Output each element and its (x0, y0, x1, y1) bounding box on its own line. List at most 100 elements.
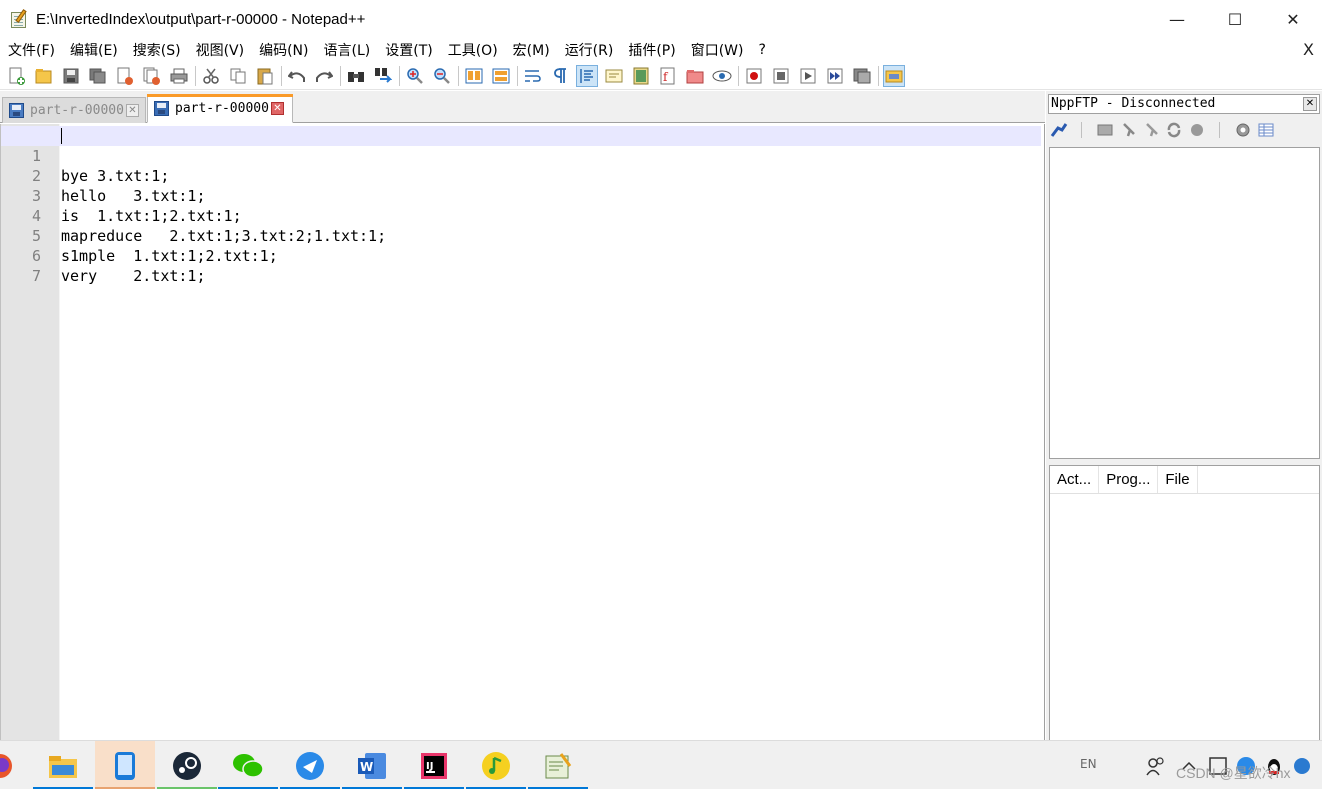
refresh-icon[interactable] (1165, 121, 1183, 139)
editor-line[interactable]: 7 (1, 246, 1041, 286)
nppftp-queue-list[interactable]: Act... Prog... File (1049, 465, 1320, 741)
menu-bar: 文件(F) 编辑(E) 搜索(S) 视图(V) 编码(N) 语言(L) 设置(T… (0, 38, 1322, 62)
stop-macro-icon[interactable] (770, 65, 792, 87)
menu-settings[interactable]: 设置(T) (377, 40, 439, 60)
nppftp-close-button[interactable]: ✕ (1303, 97, 1317, 111)
file-explorer-icon[interactable] (33, 741, 93, 789)
paste-icon[interactable] (254, 65, 276, 87)
close-all-icon[interactable] (141, 65, 163, 87)
menu-macro[interactable]: 宏(M) (505, 40, 557, 60)
intellij-icon[interactable]: IJ (404, 741, 464, 789)
menu-view[interactable]: 视图(V) (188, 40, 252, 60)
nppftp-file-tree[interactable] (1049, 147, 1320, 459)
run-macro-multiple-icon[interactable] (824, 65, 846, 87)
tab-part-r-00000-active[interactable]: part-r-00000 ✕ (147, 94, 293, 123)
queue-column-action[interactable]: Act... (1050, 466, 1100, 493)
phone-link-icon[interactable] (95, 741, 155, 789)
zoom-in-icon[interactable] (404, 65, 426, 87)
abort-icon[interactable] (1188, 121, 1206, 139)
menu-window[interactable]: 窗口(W) (683, 40, 751, 60)
notepadpp-app-icon[interactable] (10, 9, 30, 29)
maximize-button[interactable]: ☐ (1206, 0, 1264, 38)
sync-vertical-icon[interactable] (463, 65, 485, 87)
menu-tools[interactable]: 工具(O) (440, 40, 505, 60)
message-window-icon[interactable] (1257, 121, 1275, 139)
menu-edit[interactable]: 编辑(E) (62, 40, 125, 60)
tab-close-icon[interactable]: ✕ (125, 104, 139, 117)
input-language-indicator[interactable]: EN (1080, 757, 1097, 771)
taskbar: W IJ EN CSDN @星欲冷hx (0, 740, 1322, 789)
menu-language[interactable]: 语言(L) (316, 40, 378, 60)
function-list-icon[interactable]: f (657, 65, 679, 87)
minimize-button[interactable]: — (1148, 0, 1206, 38)
toolbar-separator (878, 65, 879, 86)
user-language-icon[interactable] (603, 65, 625, 87)
wechat-tray-icon[interactable] (1291, 755, 1313, 777)
editor-line[interactable]: 1 bye 3.txt:1; (1, 126, 1041, 185)
toolbar-separator (458, 65, 459, 86)
queue-column-progress[interactable]: Prog... (1099, 466, 1159, 493)
copy-icon[interactable] (227, 65, 249, 87)
document-map-icon[interactable] (630, 65, 652, 87)
people-icon[interactable] (1145, 755, 1167, 777)
upload-icon[interactable] (1142, 121, 1160, 139)
editor-line[interactable]: 6 very 2.txt:1; (1, 226, 1041, 285)
open-file-icon[interactable] (33, 65, 55, 87)
window-controls: — ☐ ✕ (1148, 0, 1322, 38)
text-editor[interactable]: 1 bye 3.txt:1; 2 hello 3.txt:1; 3 is 1.t… (0, 124, 1045, 740)
toolbar-separator (517, 65, 518, 86)
cut-icon[interactable] (200, 65, 222, 87)
steam-icon[interactable] (157, 741, 217, 789)
editor-line[interactable]: 2 hello 3.txt:1; (1, 146, 1041, 205)
queue-column-file[interactable]: File (1158, 466, 1198, 493)
tab-part-r-00000-inactive[interactable]: part-r-00000 ✕ (2, 97, 146, 123)
indent-guide-icon[interactable] (576, 64, 598, 87)
disconnect-icon[interactable] (1096, 121, 1114, 139)
new-file-icon[interactable] (6, 65, 28, 87)
editor-line[interactable]: 5 s1mple 1.txt:1;2.txt:1; (1, 206, 1041, 265)
menu-search[interactable]: 搜索(S) (125, 40, 188, 60)
nppftp-icon[interactable] (883, 64, 905, 87)
menu-help[interactable]: ? (751, 42, 773, 58)
replace-icon[interactable] (372, 65, 394, 87)
menu-run[interactable]: 运行(R) (557, 40, 621, 60)
tab-label: part-r-00000 (30, 103, 124, 118)
feishu-icon[interactable] (280, 741, 340, 789)
redo-icon[interactable] (313, 65, 335, 87)
save-macro-icon[interactable] (851, 65, 873, 87)
qq-music-icon[interactable] (466, 741, 526, 789)
line-text: very 2.txt:1; (61, 267, 206, 285)
menu-encoding[interactable]: 编码(N) (251, 40, 315, 60)
record-macro-icon[interactable] (743, 65, 765, 87)
close-icon[interactable] (114, 65, 136, 87)
folder-as-workspace-icon[interactable] (684, 65, 706, 87)
show-all-characters-icon[interactable] (549, 65, 571, 87)
zoom-out-icon[interactable] (431, 65, 453, 87)
word-wrap-icon[interactable] (522, 65, 544, 87)
saved-file-icon (9, 103, 24, 118)
find-icon[interactable] (345, 65, 367, 87)
wechat-icon[interactable] (218, 741, 278, 789)
editor-line[interactable]: 4 mapreduce 2.txt:1;3.txt:2;1.txt:1; (1, 186, 1041, 245)
close-window-button[interactable]: ✕ (1264, 0, 1322, 38)
sync-horizontal-icon[interactable] (490, 65, 512, 87)
close-document-button[interactable]: X (1303, 40, 1314, 59)
notepadpp-icon[interactable] (528, 741, 588, 789)
save-icon[interactable] (60, 65, 82, 87)
settings-gear-icon[interactable] (1234, 121, 1252, 139)
word-icon[interactable]: W (342, 741, 402, 789)
firefox-icon[interactable] (0, 741, 30, 789)
nppftp-toolbar (1050, 119, 1280, 141)
menu-file[interactable]: 文件(F) (0, 40, 62, 60)
queue-header: Act... Prog... File (1050, 466, 1319, 494)
print-icon[interactable] (168, 65, 190, 87)
editor-line[interactable]: 3 is 1.txt:1;2.txt:1; (1, 166, 1041, 225)
undo-icon[interactable] (286, 65, 308, 87)
menu-plugins[interactable]: 插件(P) (620, 40, 682, 60)
connect-icon[interactable] (1050, 121, 1068, 139)
play-macro-icon[interactable] (797, 65, 819, 87)
monitoring-icon[interactable] (711, 65, 733, 87)
tab-close-icon[interactable]: ✕ (270, 102, 284, 115)
download-icon[interactable] (1119, 121, 1137, 139)
save-all-icon[interactable] (87, 65, 109, 87)
